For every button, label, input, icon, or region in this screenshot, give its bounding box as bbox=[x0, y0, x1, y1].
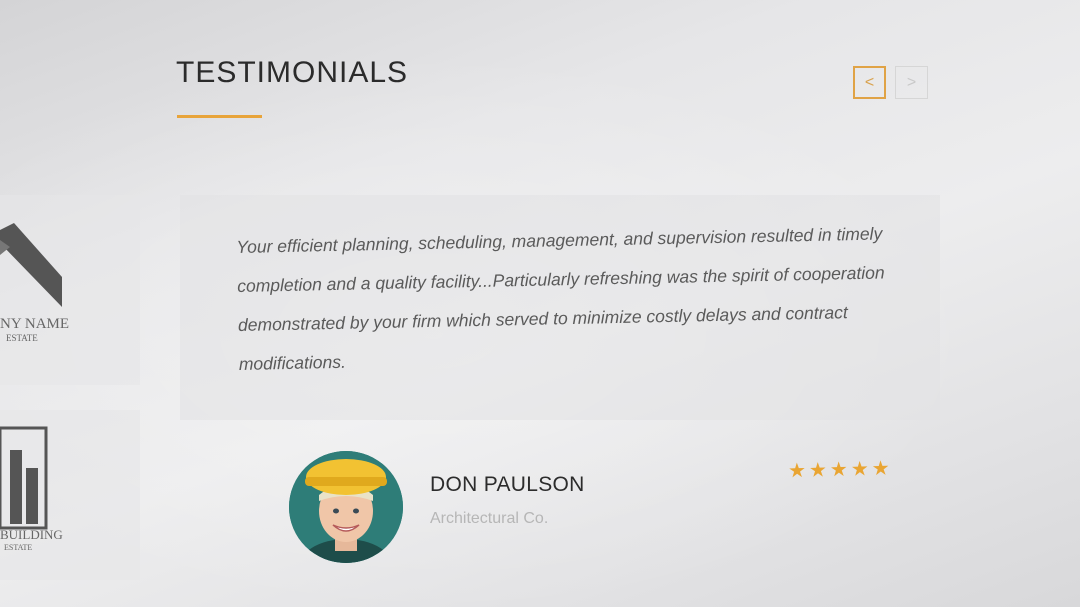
partner-logo-2-sub: ESTATE bbox=[4, 543, 33, 552]
title-underline bbox=[177, 115, 262, 118]
person-with-hardhat-icon bbox=[289, 451, 403, 563]
prev-button[interactable]: < bbox=[853, 66, 886, 99]
chevron-left-icon: < bbox=[864, 73, 875, 91]
partner-logo-1-sub: ESTATE bbox=[6, 333, 38, 343]
author-company: Architectural Co. bbox=[430, 510, 549, 527]
building-icon bbox=[0, 426, 48, 530]
roof-icon bbox=[0, 223, 62, 307]
partner-logo-1: NY NAME ESTATE bbox=[0, 195, 140, 385]
avatar bbox=[289, 451, 403, 563]
testimonial-quote: Your efficient planning, scheduling, man… bbox=[236, 223, 885, 374]
star-rating: ★★★★★ bbox=[787, 457, 893, 483]
partner-logo-1-name: NY NAME bbox=[0, 316, 70, 332]
partner-logo-2-name: BUILDING bbox=[0, 527, 63, 542]
author-name: DON PAULSON bbox=[430, 473, 585, 496]
section-title: TESTIMONIALS bbox=[176, 56, 409, 89]
chevron-right-icon: > bbox=[906, 73, 917, 91]
partner-logo-2: BUILDING ESTATE bbox=[0, 410, 140, 580]
next-button[interactable]: > bbox=[895, 66, 928, 99]
